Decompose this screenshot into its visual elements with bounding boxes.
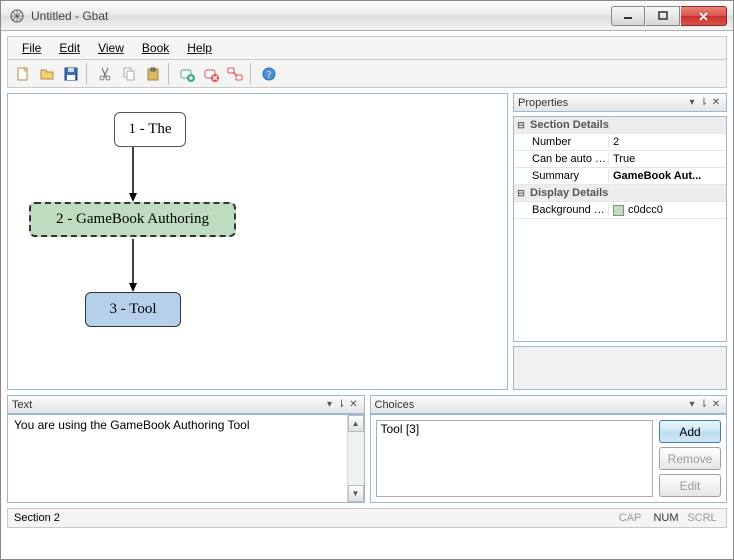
window-title: Untitled - Gbat — [31, 9, 108, 23]
text-scrollbar[interactable]: ▲ ▼ — [347, 415, 364, 502]
prop-category-display[interactable]: ⊟ Display Details — [514, 185, 726, 202]
panel-close-icon[interactable]: ✕ — [348, 399, 360, 410]
prop-row-summary[interactable]: Summary GameBook Aut... — [514, 168, 726, 185]
panel-pin-icon[interactable]: ⇂ — [698, 97, 710, 108]
menu-edit[interactable]: Edit — [51, 38, 88, 58]
panel-pin-icon[interactable]: ⇂ — [698, 399, 710, 410]
arrow-2-3 — [128, 239, 148, 292]
menu-file[interactable]: File — [14, 38, 49, 58]
remove-choice-button[interactable]: Remove — [659, 447, 721, 470]
menu-view[interactable]: View — [90, 38, 132, 58]
text-pane: Text ▾ ⇂ ✕ ▲ ▼ — [7, 395, 365, 503]
panel-dropdown-icon[interactable]: ▾ — [686, 399, 698, 410]
arrow-1-2 — [128, 147, 148, 202]
diagram-canvas[interactable]: 1 - The 2 - GameBook Authoring 3 - Tool — [7, 93, 508, 390]
panel-dropdown-icon[interactable]: ▾ — [686, 97, 698, 108]
prop-row-number[interactable]: Number 2 — [514, 134, 726, 151]
scroll-down-icon[interactable]: ▼ — [348, 485, 364, 502]
choices-list[interactable]: Tool [3] — [376, 420, 654, 497]
prop-row-auto[interactable]: Can be auto s... True — [514, 151, 726, 168]
cap-indicator: CAP — [612, 512, 648, 524]
properties-header: Properties ▾ ⇂ ✕ — [513, 93, 727, 112]
node-3[interactable]: 3 - Tool — [85, 292, 181, 327]
copy-icon[interactable] — [118, 63, 140, 85]
minimize-button[interactable] — [611, 6, 645, 26]
properties-grid[interactable]: ⊟ Section Details Number 2 Can be auto s… — [513, 116, 727, 342]
toolbar: ? — [7, 60, 727, 88]
maximize-button[interactable] — [646, 6, 680, 26]
link-sections-icon[interactable] — [224, 63, 246, 85]
scroll-up-icon[interactable]: ▲ — [348, 415, 364, 432]
open-file-icon[interactable] — [36, 63, 58, 85]
status-text: Section 2 — [14, 512, 612, 524]
help-icon[interactable]: ? — [258, 63, 280, 85]
edit-choice-button[interactable]: Edit — [659, 474, 721, 497]
node-2-selected[interactable]: 2 - GameBook Authoring — [29, 202, 236, 237]
scrl-indicator: SCRL — [684, 512, 720, 524]
menu-bar: File Edit View Book Help — [7, 36, 727, 60]
close-button[interactable] — [681, 6, 727, 26]
add-section-icon[interactable] — [176, 63, 198, 85]
collapse-icon[interactable]: ⊟ — [514, 188, 528, 199]
section-text-input[interactable] — [8, 415, 347, 502]
panel-dropdown-icon[interactable]: ▾ — [324, 399, 336, 410]
menu-book[interactable]: Book — [134, 38, 177, 58]
prop-category-section[interactable]: ⊟ Section Details — [514, 117, 726, 134]
color-swatch — [613, 205, 624, 216]
prop-row-bgcolor[interactable]: Background C... c0dcc0 — [514, 202, 726, 219]
panel-close-icon[interactable]: ✕ — [710, 399, 722, 410]
text-header: Text ▾ ⇂ ✕ — [7, 395, 365, 414]
cut-icon[interactable] — [94, 63, 116, 85]
properties-help-area — [513, 346, 727, 390]
title-bar: Untitled - Gbat — [1, 1, 733, 31]
add-choice-button[interactable]: Add — [659, 420, 721, 443]
num-indicator: NUM — [648, 512, 684, 524]
save-icon[interactable] — [60, 63, 82, 85]
node-1[interactable]: 1 - The — [114, 112, 186, 147]
properties-pane: Properties ▾ ⇂ ✕ ⊟ Section Details Numbe… — [513, 93, 727, 390]
menu-help[interactable]: Help — [179, 38, 220, 58]
choices-pane: Choices ▾ ⇂ ✕ Tool [3] Add Remove Edit — [370, 395, 728, 503]
app-icon — [9, 8, 25, 24]
delete-section-icon[interactable] — [200, 63, 222, 85]
new-file-icon[interactable] — [12, 63, 34, 85]
choice-item[interactable]: Tool [3] — [381, 422, 649, 436]
panel-close-icon[interactable]: ✕ — [710, 97, 722, 108]
svg-text:?: ? — [267, 70, 272, 81]
panel-pin-icon[interactable]: ⇂ — [336, 399, 348, 410]
status-bar: Section 2 CAP NUM SCRL — [7, 508, 727, 528]
collapse-icon[interactable]: ⊟ — [514, 120, 528, 131]
paste-icon[interactable] — [142, 63, 164, 85]
choices-header: Choices ▾ ⇂ ✕ — [370, 395, 728, 414]
